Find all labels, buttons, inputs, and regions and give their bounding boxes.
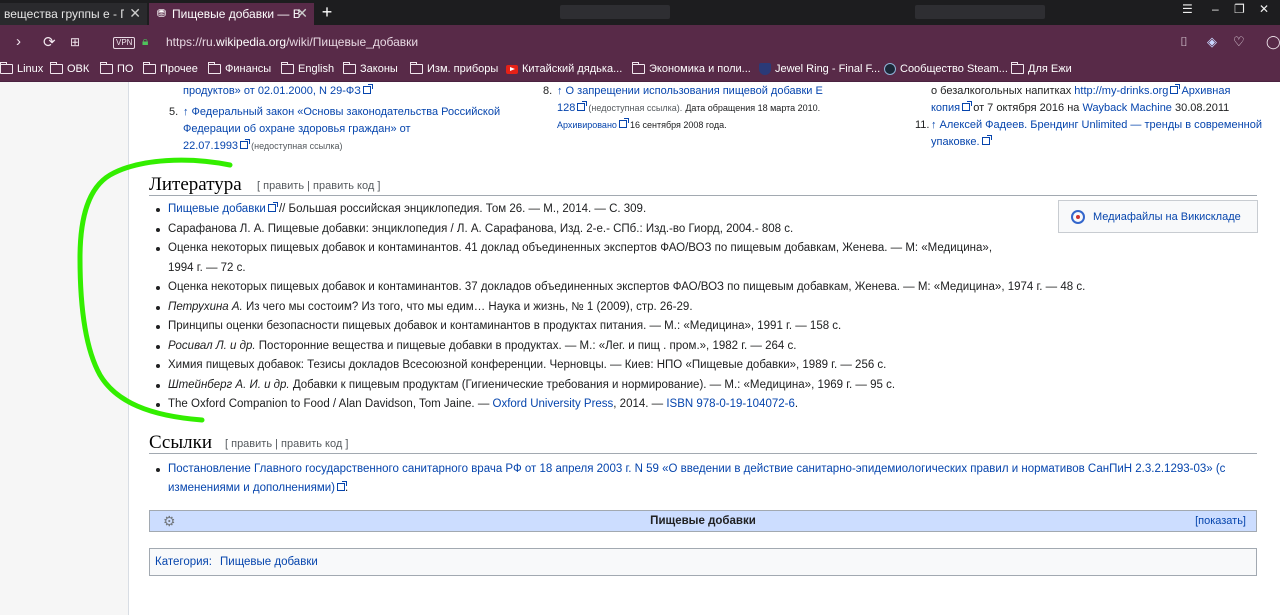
annotation-stroke	[77, 157, 233, 423]
hand-drawn-bracket	[77, 157, 233, 423]
